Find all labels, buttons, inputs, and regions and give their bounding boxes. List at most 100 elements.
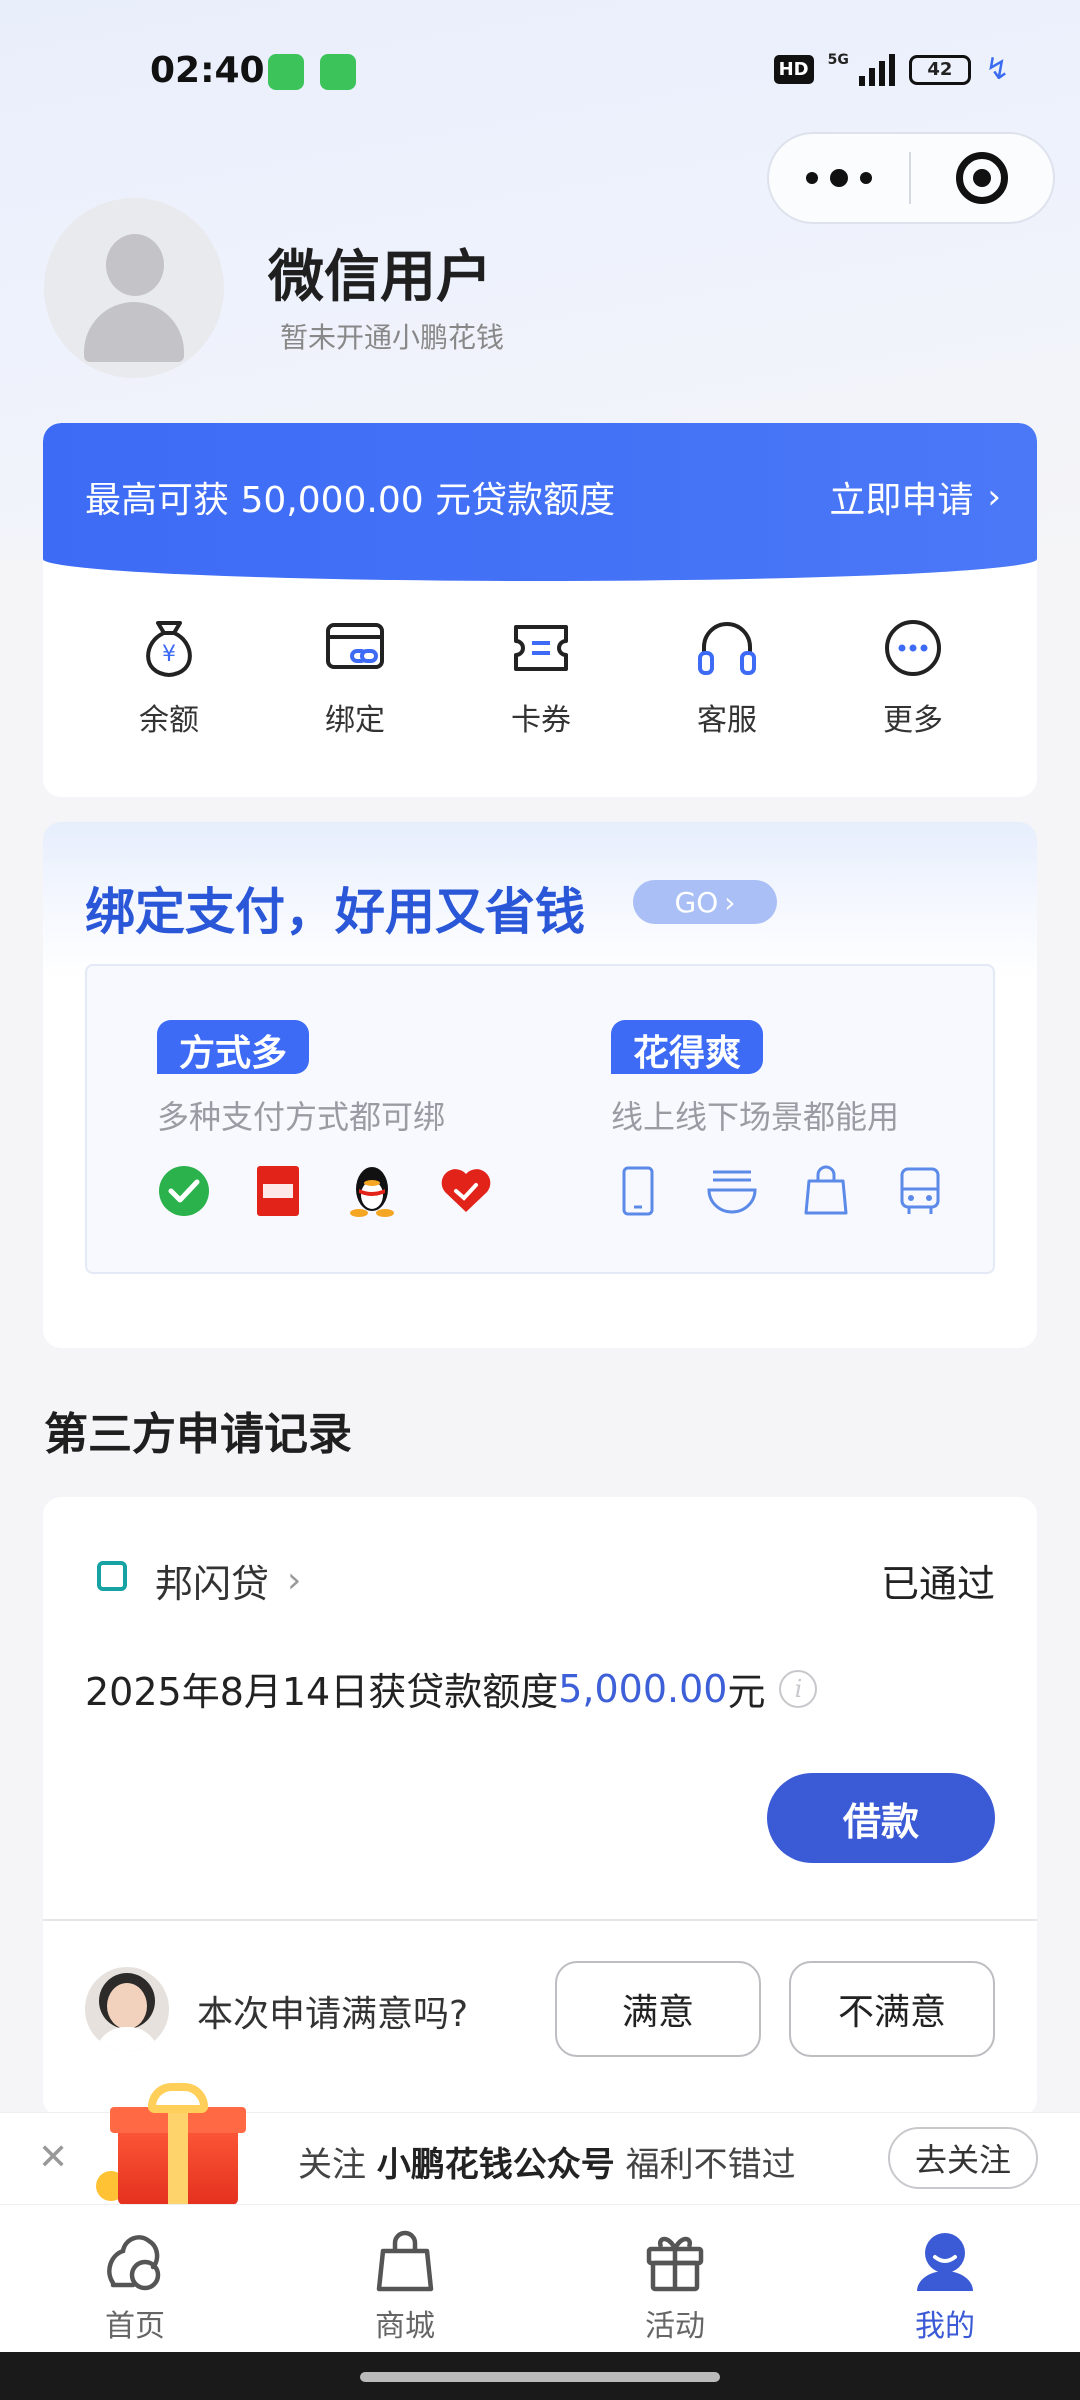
scene-icons [611,1164,947,1218]
tab-shop[interactable]: 商城 [270,2205,540,2352]
close-miniprogram-button[interactable] [911,152,1053,204]
tab-label: 商城 [375,2309,435,2344]
chevron-right-icon: › [987,477,1001,517]
home-indicator[interactable] [360,2372,720,2382]
tab-label: 首页 [105,2309,165,2344]
info-icon[interactable]: i [779,1669,818,1708]
tab-mine[interactable]: 我的 [810,2205,1080,2352]
agent-avatar [85,1967,169,2051]
promo-desc: 多种支付方式都可绑 [157,1098,446,1136]
store-app-icon [320,54,356,90]
more-menu-icon[interactable] [769,169,909,187]
qq-icon [345,1164,399,1218]
follow-button[interactable]: 去关注 [888,2127,1038,2189]
chevron-right-icon: › [724,885,736,919]
home-icon [107,2235,161,2291]
heart-pay-icon [439,1164,493,1218]
jd-pay-icon [251,1164,305,1218]
quota-banner[interactable]: 最高可获 50,000.00 元贷款额度 立即申请 › [43,423,1037,581]
tab-label: 活动 [645,2309,705,2344]
bus-icon [893,1164,947,1218]
apply-now-button[interactable]: 立即申请 › [829,471,1001,523]
shortcut-label: 更多 [883,703,943,738]
target-icon [956,152,1008,204]
shortcut-support[interactable]: 客服 [634,613,820,739]
close-icon[interactable]: ✕ [38,2137,68,2178]
go-button[interactable]: GO › [633,880,777,924]
follow-account-bar: ✕ 关注 小鹏花钱公众号 福利不错过 去关注 [0,2083,1080,2205]
noodle-bowl-icon [705,1164,759,1218]
bottom-tab-bar: 首页 商城 活动 我的 [0,2204,1080,2352]
credit-amount: 5,000.00 [558,1666,728,1711]
quota-card: 最高可获 50,000.00 元贷款额度 立即申请 › ¥ 余额 绑定 卡券 客… [43,423,1037,797]
money-bag-icon: ¥ [146,621,192,678]
payment-icons [157,1164,493,1218]
shortcut-bind[interactable]: 绑定 [262,613,448,739]
shortcut-coupons[interactable]: 卡券 [448,613,634,739]
tab-activity[interactable]: 活动 [540,2205,810,2352]
shop-bag-icon [376,2230,434,2292]
card-link-icon [326,623,384,669]
chevron-right-icon: › [287,1560,302,1601]
section-title: 第三方申请记录 [44,1409,352,1460]
hd-icon: HD [773,55,814,84]
lender-logo-icon [97,1561,127,1591]
bind-promo-title: 绑定支付，好用又省钱 [85,883,585,941]
shortcut-label: 卡券 [511,703,571,738]
network-label: 5G [827,51,849,68]
tab-home[interactable]: 首页 [0,2205,270,2352]
satisfaction-question: 本次申请满意吗? [197,1994,469,2035]
promo-tag: 方式多 [157,1020,310,1074]
lender-name: 邦闪贷 [155,1562,270,1606]
system-nav-bar [0,2352,1080,2400]
shortcut-label: 绑定 [325,703,385,738]
tab-label: 我的 [915,2309,975,2344]
shopping-bag-icon [799,1164,853,1218]
application-record-card: 邦闪贷 › 已通过 2025年8月14日获贷款额度 5,000.00 元 i 借… [43,1497,1037,2117]
shortcut-more[interactable]: 更多 [820,613,1006,739]
promo-column-scenes: 花得爽 线上线下场景都能用 [611,1020,947,1218]
promo-column-methods: 方式多 多种支付方式都可绑 [157,1020,493,1218]
go-label: GO [674,885,719,919]
avatar[interactable] [44,198,224,378]
user-icon [917,2233,973,2291]
message-app-icon [268,54,304,90]
status-badge: 已通过 [880,1562,995,1606]
username: 微信用户 [268,245,492,310]
shortcut-label: 客服 [697,703,757,738]
shortcut-balance[interactable]: ¥ 余额 [76,613,262,739]
unsatisfied-button[interactable]: 不满意 [789,1961,995,2057]
wechat-pay-icon [157,1164,211,1218]
satisfied-button[interactable]: 满意 [555,1961,761,2057]
shortcut-label: 余额 [139,703,199,738]
lender-link[interactable]: 邦闪贷 › [155,1553,301,1608]
status-bar: 02:40 HD 5G 42 ↯ [0,0,1080,140]
shortcut-row: ¥ 余额 绑定 卡券 客服 更多 [43,613,1037,739]
bind-payment-banner[interactable]: 绑定支付，好用又省钱 GO › 方式多 多种支付方式都可绑 花得爽 线上线下场景… [43,822,1037,1348]
account-status-text: 暂未开通小鹏花钱 [280,321,505,354]
svg-text:¥: ¥ [162,642,176,667]
headset-icon [698,622,756,675]
status-right: HD 5G 42 ↯ [773,51,1010,87]
status-time: 02:40 [150,50,265,91]
credit-unit: 元 [727,1670,766,1714]
phone-icon [611,1164,665,1218]
promo-tag: 花得爽 [611,1020,764,1074]
more-icon [885,620,941,676]
borrow-button[interactable]: 借款 [767,1773,995,1863]
apply-now-label: 立即申请 [829,480,974,521]
credit-line-prefix: 2025年8月14日获贷款额度 [85,1670,559,1714]
gift-icon [646,2236,704,2292]
promo-desc: 线上线下场景都能用 [611,1098,900,1136]
miniprogram-capsule [767,132,1055,224]
bind-promo-panel: 方式多 多种支付方式都可绑 花得爽 线上线下场景都能用 [85,964,995,1274]
coupon-icon [514,625,568,671]
battery-icon: 42 [908,54,971,85]
follow-text: 关注 小鹏花钱公众号 福利不错过 [298,2145,796,2185]
quota-text: 最高可获 50,000.00 元贷款额度 [85,480,616,521]
divider [43,1919,1037,1921]
charging-icon: ↯ [984,52,1010,87]
gift-box-illustration [96,2079,266,2205]
credit-line-text: 2025年8月14日获贷款额度 5,000.00 元 i [85,1661,818,1716]
signal-icon [858,53,895,86]
